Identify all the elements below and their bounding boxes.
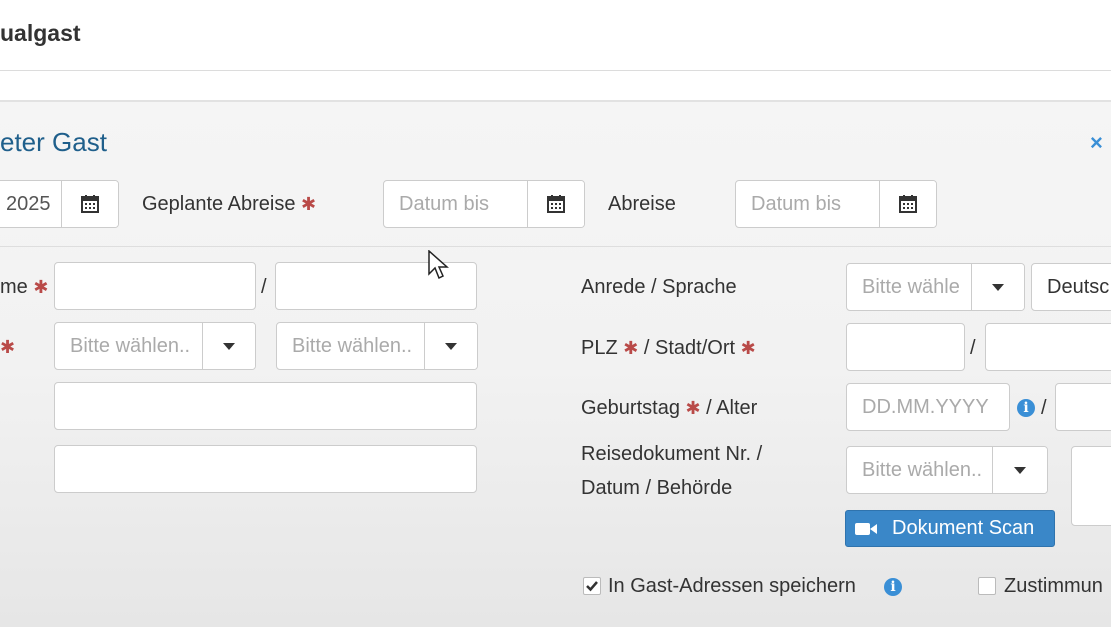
select-placeholder: Bitte wähle <box>862 276 960 298</box>
required-icon: ✱ <box>33 277 49 297</box>
required-icon: ✱ <box>685 398 701 418</box>
video-camera-icon <box>855 522 877 535</box>
salutation-language-label: Anrede / Sprache <box>581 276 737 298</box>
salutation-select[interactable]: Bitte wähle <box>846 263 1025 311</box>
address-input[interactable] <box>54 382 477 430</box>
required-icon: ✱ <box>301 194 317 214</box>
separator: / <box>1041 397 1047 419</box>
page-title: ualgast <box>0 20 81 46</box>
caret-down-icon[interactable] <box>202 323 255 369</box>
calendar-icon <box>81 195 99 213</box>
save-address-checkbox[interactable] <box>583 577 601 595</box>
separator: / <box>261 276 267 298</box>
birthday-age-label: Geburtstag ✱ / Alter <box>581 397 758 419</box>
city-input[interactable] <box>985 323 1111 371</box>
birthday-input[interactable] <box>846 383 1010 431</box>
departure-label: Abreise <box>608 193 676 215</box>
calendar-button[interactable] <box>61 181 118 227</box>
address-extra-input[interactable] <box>54 445 477 493</box>
name-label: me ✱ <box>0 276 49 298</box>
travel-document-select[interactable]: Bitte wählen.. <box>846 446 1048 494</box>
info-icon[interactable]: i <box>1017 399 1035 417</box>
travel-document-label-line1: Reisedokument Nr. / <box>581 443 763 465</box>
caret-down-icon[interactable] <box>971 264 1024 310</box>
dialog-title: eter Gast <box>0 127 107 157</box>
calendar-icon <box>899 195 917 213</box>
info-icon[interactable]: i <box>884 578 902 596</box>
separator: / <box>970 337 976 359</box>
close-icon[interactable]: × <box>1090 130 1103 156</box>
language-select[interactable]: Deutsc <box>1031 263 1111 311</box>
caret-down-icon[interactable] <box>424 323 477 369</box>
travel-document-number-input[interactable] <box>1071 446 1111 526</box>
guest-form-panel: eter Gast × 2025 Geplante Abreise ✱ Datu… <box>0 100 1111 627</box>
planned-departure-input[interactable] <box>384 181 527 227</box>
language-value: Deutsc <box>1047 276 1110 298</box>
section-divider <box>0 246 1111 247</box>
select-placeholder: Bitte wählen.. <box>70 335 191 357</box>
plz-city-label: PLZ ✱ / Stadt/Ort ✱ <box>581 337 756 359</box>
calendar-button[interactable] <box>879 181 936 227</box>
consent-label[interactable]: Zustimmun <box>1004 575 1103 598</box>
document-scan-button[interactable]: Dokument Scan <box>845 510 1055 547</box>
checkmark-icon <box>586 581 598 592</box>
travel-document-label-line2: Datum / Behörde <box>581 477 733 499</box>
salutation-select-left[interactable]: Bitte wählen.. <box>54 322 256 370</box>
plz-input[interactable] <box>846 323 965 371</box>
required-icon-row2: ✱ <box>0 337 16 357</box>
title-select-left[interactable]: Bitte wählen.. <box>276 322 478 370</box>
save-address-label[interactable]: In Gast-Adressen speichern <box>608 575 856 598</box>
consent-checkbox[interactable] <box>978 577 996 595</box>
arrival-date-value: 2025 <box>6 193 51 215</box>
required-icon: ✱ <box>623 338 639 358</box>
select-placeholder: Bitte wählen.. <box>292 335 413 357</box>
mouse-cursor-icon <box>428 250 449 280</box>
last-name-input[interactable] <box>54 262 256 310</box>
arrival-date-field[interactable]: 2025 <box>0 180 119 228</box>
page-header: ualgast <box>0 0 1111 71</box>
calendar-icon <box>547 195 565 213</box>
calendar-button[interactable] <box>527 181 584 227</box>
select-placeholder: Bitte wählen.. <box>862 459 983 481</box>
departure-input[interactable] <box>736 181 879 227</box>
planned-departure-label: Geplante Abreise ✱ <box>142 193 317 215</box>
departure-date-field[interactable] <box>735 180 937 228</box>
age-input[interactable] <box>1055 383 1111 431</box>
planned-departure-date-field[interactable] <box>383 180 585 228</box>
caret-down-icon[interactable] <box>992 447 1047 493</box>
scan-button-label: Dokument Scan <box>892 517 1035 539</box>
required-icon: ✱ <box>740 338 756 358</box>
